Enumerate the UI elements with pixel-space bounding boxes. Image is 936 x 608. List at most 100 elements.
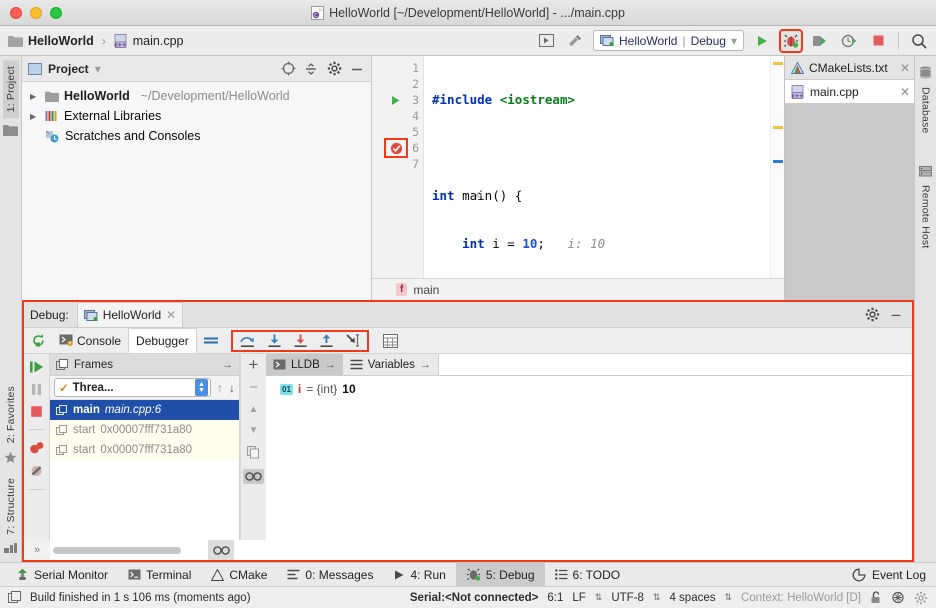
- run-button[interactable]: [751, 30, 773, 52]
- warning-marker[interactable]: [773, 62, 783, 65]
- collapse-all-icon[interactable]: [303, 61, 319, 77]
- frames-header-arrow[interactable]: →: [222, 359, 233, 371]
- context-label[interactable]: Context: HelloWorld [D]: [741, 592, 861, 604]
- expand-chevron-icon[interactable]: »: [24, 544, 50, 556]
- inline-watches-button[interactable]: [243, 469, 264, 484]
- debug-button[interactable]: [779, 28, 803, 53]
- close-icon[interactable]: ✕: [900, 85, 910, 99]
- add-button[interactable]: +: [249, 356, 259, 373]
- sidebar-item-favorites[interactable]: 2: Favorites: [3, 380, 19, 449]
- hide-icon[interactable]: [890, 307, 906, 323]
- sidebar-item-project[interactable]: 1: Project: [2, 60, 19, 119]
- tool-window-cmake[interactable]: CMake: [201, 563, 277, 586]
- evaluate-expression-icon[interactable]: [377, 333, 405, 348]
- mute-breakpoints-button[interactable]: [29, 464, 44, 478]
- fold-marker-open[interactable]: ⊖: [476, 188, 482, 204]
- scrollbar-thumb[interactable]: [53, 546, 181, 554]
- warning-marker[interactable]: [773, 126, 783, 129]
- move-down-button[interactable]: ▼: [249, 425, 259, 436]
- code-text[interactable]: #include <iostream> ⊖ int main() { int i …: [424, 56, 770, 278]
- tab-debugger[interactable]: Debugger: [128, 328, 197, 353]
- step-over-button[interactable]: [239, 333, 256, 349]
- view-breakpoints-button[interactable]: [29, 441, 45, 455]
- tool-window-todo[interactable]: 6: TODO: [545, 563, 631, 586]
- profile-button[interactable]: [838, 30, 860, 52]
- move-up-button[interactable]: ↑: [217, 381, 223, 395]
- file-encoding[interactable]: UTF-8: [611, 592, 644, 604]
- pause-program-button[interactable]: [30, 383, 43, 396]
- hide-icon[interactable]: [349, 61, 365, 77]
- close-icon[interactable]: ✕: [900, 61, 910, 75]
- remove-button[interactable]: −: [249, 380, 258, 395]
- spinner-icon[interactable]: ▲ ▼: [195, 379, 208, 396]
- frame-item[interactable]: start 0x00007fff731a80: [50, 440, 239, 460]
- lock-icon[interactable]: [870, 591, 882, 604]
- code-editor[interactable]: 1 2 3 4 5 6 7 #include <iostream> ⊖ int …: [372, 56, 784, 278]
- step-into-button[interactable]: [267, 333, 282, 349]
- caret-marker[interactable]: [773, 160, 783, 163]
- build-status-icon[interactable]: [8, 591, 22, 604]
- chevron-down-icon[interactable]: ▾: [95, 62, 101, 76]
- copy-button[interactable]: [247, 446, 260, 459]
- run-with-coverage-button[interactable]: [809, 30, 831, 52]
- layout-settings-icon[interactable]: [197, 335, 225, 347]
- tool-window-messages[interactable]: 0: Messages: [277, 563, 383, 586]
- run-gutter-icon[interactable]: [390, 92, 401, 108]
- sidebar-item-database[interactable]: Database: [918, 81, 934, 140]
- inline-watches-button[interactable]: [208, 540, 234, 560]
- resume-program-button[interactable]: [29, 360, 45, 374]
- breadcrumb-project[interactable]: HelloWorld: [8, 34, 94, 48]
- inspection-gear-icon[interactable]: [914, 591, 928, 605]
- indent-setting[interactable]: 4 spaces: [669, 592, 715, 604]
- tree-node-helloworld[interactable]: ▶ HelloWorld ~/Development/HelloWorld: [22, 86, 371, 106]
- tool-window-terminal[interactable]: Terminal: [118, 563, 201, 586]
- frame-item[interactable]: main main.cpp:6: [50, 400, 239, 420]
- run-to-cursor-button[interactable]: [345, 333, 361, 349]
- chevron-down-icon[interactable]: ▾: [731, 34, 737, 48]
- event-log-button[interactable]: Event Log: [852, 568, 936, 582]
- tool-window-run[interactable]: 4: Run: [383, 563, 455, 586]
- file-encoding-caret[interactable]: ⇅: [653, 592, 661, 603]
- chevron-right-icon[interactable]: ▶: [30, 112, 40, 121]
- run-configuration-selector[interactable]: HelloWorld | Debug ▾: [593, 30, 744, 51]
- tool-window-serial-monitor[interactable]: Serial Monitor: [6, 563, 118, 586]
- tab-console[interactable]: Console: [52, 328, 128, 353]
- move-up-button[interactable]: ▲: [249, 404, 259, 415]
- debug-session-tab[interactable]: HelloWorld ✕: [76, 302, 184, 327]
- editor-marker-bar[interactable]: [770, 56, 784, 278]
- file-tab-maincpp[interactable]: c++ main.cpp ✕: [785, 80, 914, 104]
- serial-status[interactable]: Serial:<Not connected>: [410, 592, 538, 604]
- indent-caret[interactable]: ⇅: [725, 592, 733, 603]
- editor-breadcrumbs[interactable]: f main: [372, 278, 784, 300]
- line-separator-caret[interactable]: ⇅: [595, 592, 603, 603]
- tab-lldb-arrow[interactable]: →: [325, 359, 336, 371]
- sidebar-item-structure[interactable]: 7: Structure: [3, 472, 19, 541]
- tab-variables[interactable]: Variables →: [343, 354, 438, 375]
- sidebar-item-remote-host[interactable]: Remote Host: [918, 179, 934, 254]
- stop-button[interactable]: [867, 30, 889, 52]
- move-down-button[interactable]: ↓: [229, 381, 235, 395]
- rerun-icon[interactable]: [24, 333, 52, 348]
- frames-horizontal-scrollbar[interactable]: [50, 540, 208, 560]
- editor-gutter[interactable]: 1 2 3 4 5 6 7: [372, 56, 424, 278]
- select-run-config-icon[interactable]: [535, 30, 557, 52]
- breadcrumb-file[interactable]: c++ main.cpp: [114, 33, 183, 48]
- vcs-icon[interactable]: [891, 591, 905, 604]
- search-everywhere-button[interactable]: [908, 30, 930, 52]
- settings-gear-icon[interactable]: [864, 307, 880, 323]
- caret-position[interactable]: 6:1: [547, 592, 563, 604]
- close-icon[interactable]: ✕: [166, 308, 176, 322]
- breakpoint-hit-icon[interactable]: [384, 138, 408, 158]
- tree-node-scratches[interactable]: Scratches and Consoles: [22, 126, 371, 146]
- frames-list[interactable]: main main.cpp:6 start 0x00007fff731a80 s…: [50, 400, 239, 540]
- line-separator[interactable]: LF: [572, 592, 585, 604]
- tree-node-external-libraries[interactable]: ▶ External Libraries: [22, 106, 371, 126]
- variables-list[interactable]: 01 i = {int} 10: [266, 376, 912, 540]
- build-hammer-icon[interactable]: [564, 30, 586, 52]
- chevron-right-icon[interactable]: ▶: [30, 92, 40, 101]
- stop-button[interactable]: [30, 405, 43, 418]
- variable-row[interactable]: 01 i = {int} 10: [280, 382, 912, 396]
- settings-gear-icon[interactable]: [326, 61, 342, 77]
- frame-item[interactable]: start 0x00007fff731a80: [50, 420, 239, 440]
- tab-variables-arrow[interactable]: →: [420, 359, 431, 371]
